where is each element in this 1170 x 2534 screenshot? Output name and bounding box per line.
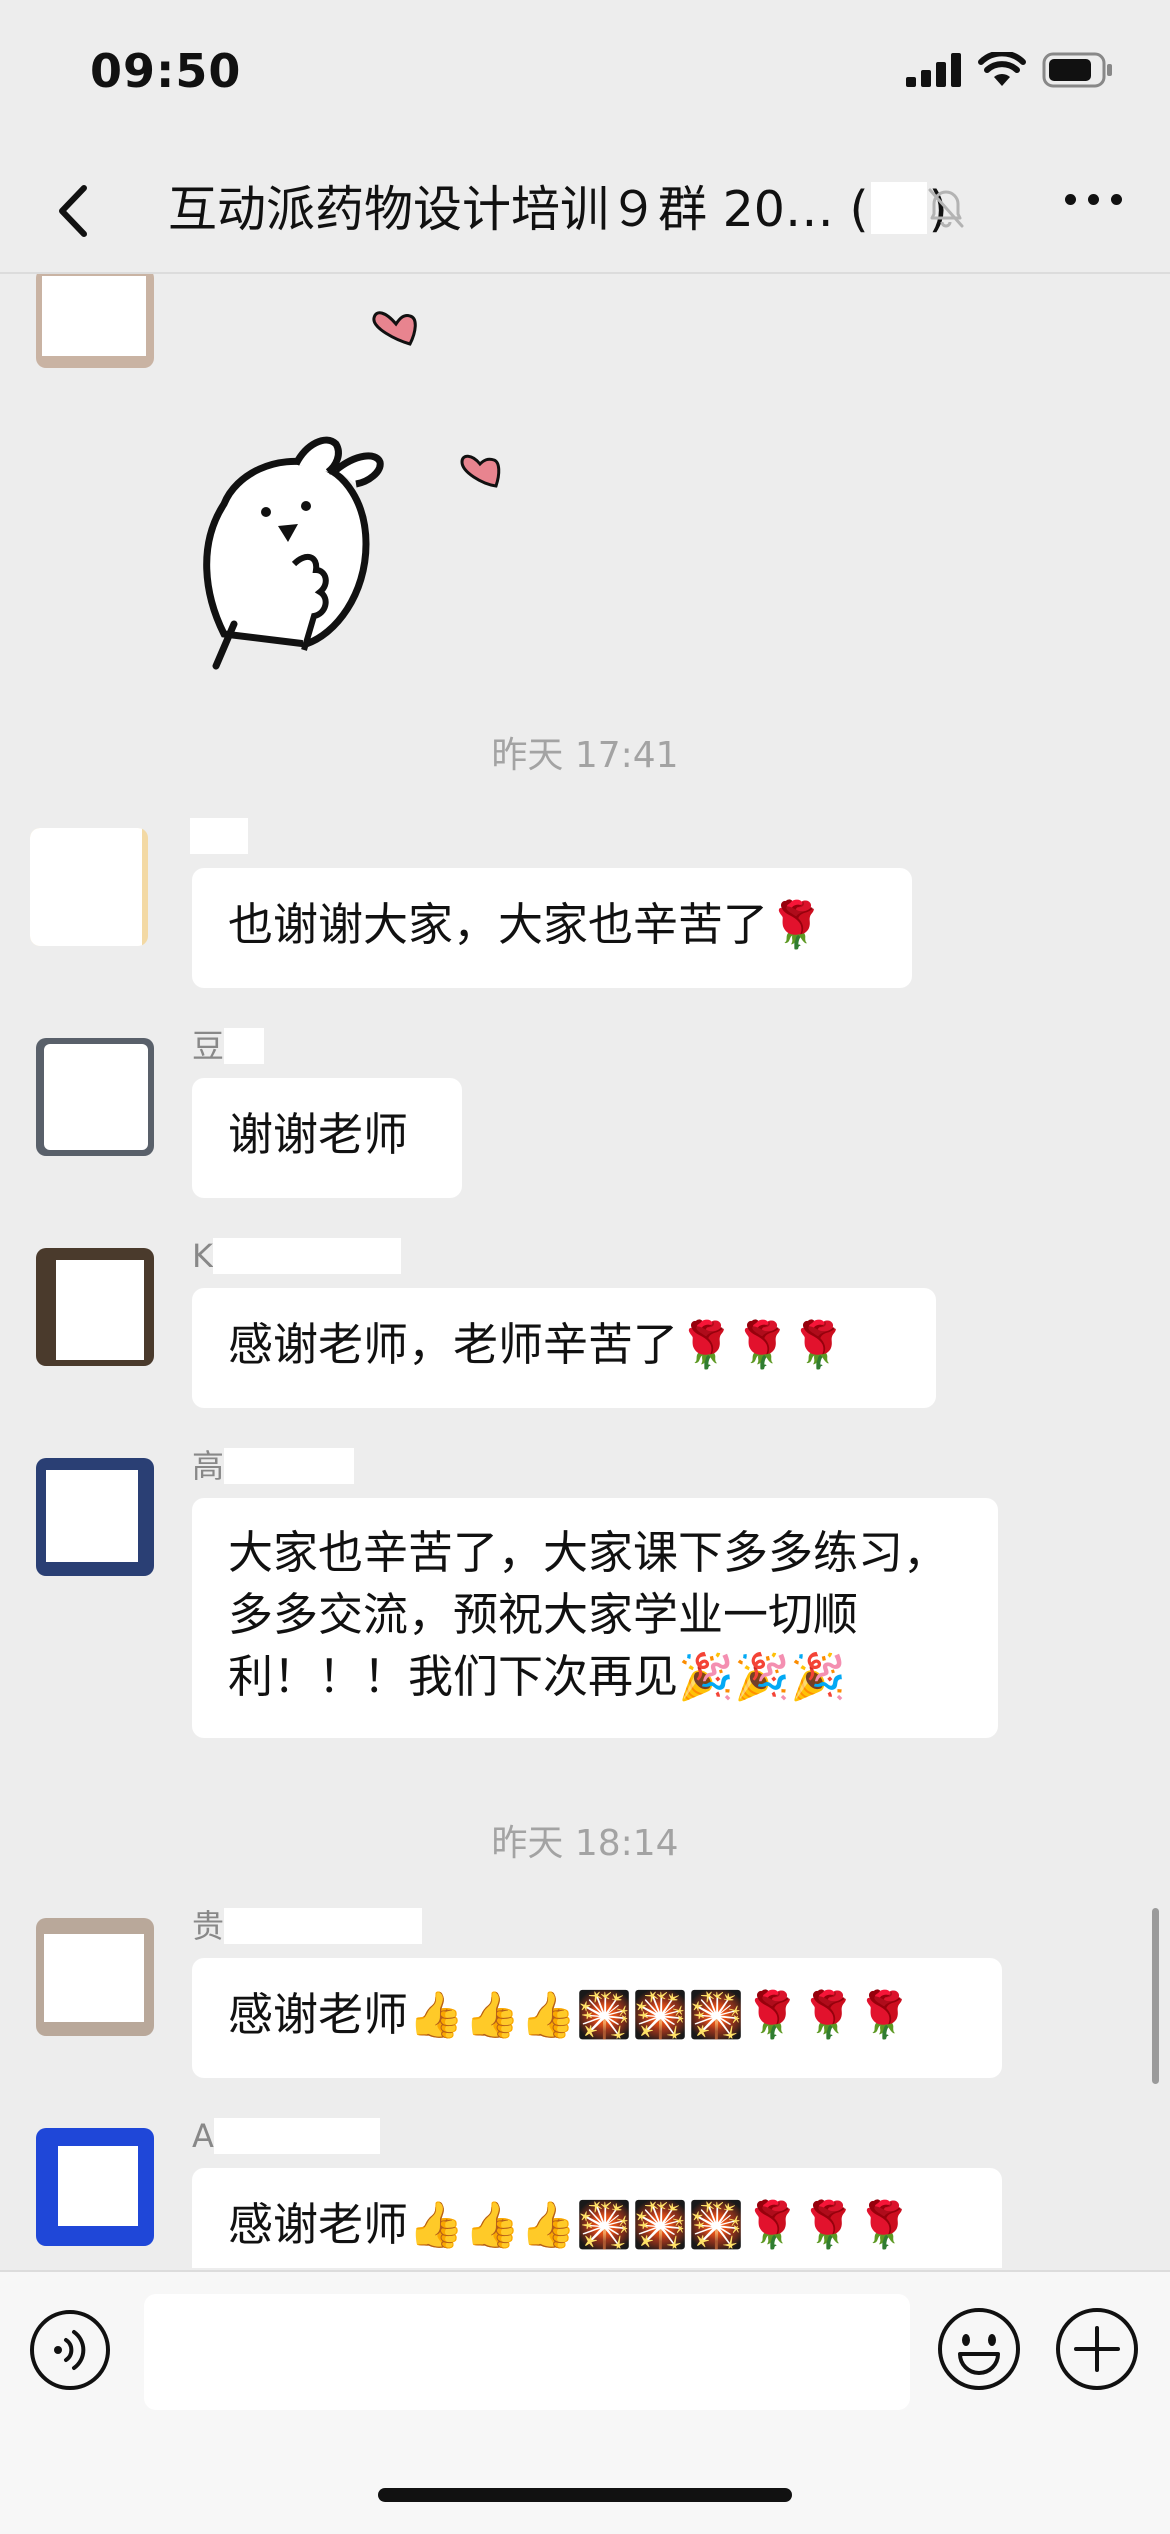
sender-name-redacted xyxy=(224,1448,355,1484)
sender-name xyxy=(190,818,248,854)
message-bubble[interactable]: 大家也辛苦了，大家课下多多练习，多多交流，预祝大家学业一切顺利！！！我们下次再见… xyxy=(192,1498,998,1738)
message-list[interactable]: 昨天 17:41 也谢谢大家，大家也辛苦了🌹 豆 谢谢老师 K 感谢老师，老师辛… xyxy=(0,274,1170,2268)
voice-button[interactable] xyxy=(28,2308,112,2392)
back-button[interactable] xyxy=(40,176,110,246)
chat-title[interactable]: 互动派药物设计培训９群 20… () xyxy=(168,178,948,242)
message-bubble[interactable]: 感谢老师👍👍👍🎇🎇🎇🌹🌹🌹 xyxy=(192,2168,1002,2268)
member-count-redacted xyxy=(870,182,927,234)
chevron-left-icon xyxy=(59,185,87,237)
sender-name: 贵 xyxy=(192,1908,423,1944)
message-bubble[interactable]: 感谢老师👍👍👍🎇🎇🎇🌹🌹🌹 xyxy=(192,1958,1002,2078)
emoji-button[interactable] xyxy=(936,2306,1022,2392)
avatar[interactable] xyxy=(36,1918,154,2036)
chat-nav-bar: 互动派药物设计培训９群 20… () xyxy=(0,150,1170,274)
avatar[interactable] xyxy=(36,1248,154,1366)
emoji-icon xyxy=(938,2308,1020,2390)
status-icons xyxy=(906,52,1114,88)
timestamp: 昨天 17:41 xyxy=(491,735,679,776)
more-button[interactable] xyxy=(1065,194,1122,205)
sender-name-redacted xyxy=(224,1028,265,1064)
ellipsis-icon-dot xyxy=(1065,194,1076,205)
message-bubble[interactable]: 谢谢老师 xyxy=(192,1078,462,1198)
home-indicator[interactable] xyxy=(378,2488,792,2502)
message-bubble[interactable]: 感谢老师，老师辛苦了🌹🌹🌹 xyxy=(192,1288,936,1408)
sender-name: 高 xyxy=(192,1448,355,1484)
scrollbar[interactable] xyxy=(1152,1908,1159,2084)
avatar[interactable] xyxy=(36,1458,154,1576)
sender-name: A xyxy=(192,2118,380,2154)
sender-name: 豆 xyxy=(192,1028,265,1064)
voice-icon xyxy=(30,2310,110,2390)
avatar[interactable] xyxy=(36,2128,154,2246)
sender-name-redacted xyxy=(213,2118,380,2154)
avatar[interactable] xyxy=(36,1038,154,1156)
more-actions-button[interactable] xyxy=(1054,2306,1140,2392)
message-input[interactable] xyxy=(144,2294,910,2410)
message-bubble[interactable]: 也谢谢大家，大家也辛苦了🌹 xyxy=(192,868,912,988)
avatar[interactable] xyxy=(36,274,154,368)
sticker-message[interactable] xyxy=(196,294,556,674)
timestamp: 昨天 18:14 xyxy=(491,1823,679,1864)
chat-title-text: 互动派药物设计培训９群 20… ( xyxy=(168,181,869,238)
sender-name: K xyxy=(192,1238,401,1274)
status-time: 09:50 xyxy=(90,44,242,98)
bell-slash-icon xyxy=(928,188,964,228)
sender-name-redacted xyxy=(224,1908,423,1944)
status-bar: 09:50 xyxy=(0,0,1170,150)
cellular-signal-icon xyxy=(906,53,961,87)
sender-name-redacted xyxy=(190,818,248,854)
bunny-sticker-image xyxy=(203,311,501,670)
sender-name-redacted xyxy=(212,1238,401,1274)
avatar[interactable] xyxy=(30,828,148,946)
plus-icon xyxy=(1056,2308,1138,2390)
battery-icon xyxy=(1042,52,1112,88)
wifi-icon xyxy=(978,52,1026,86)
